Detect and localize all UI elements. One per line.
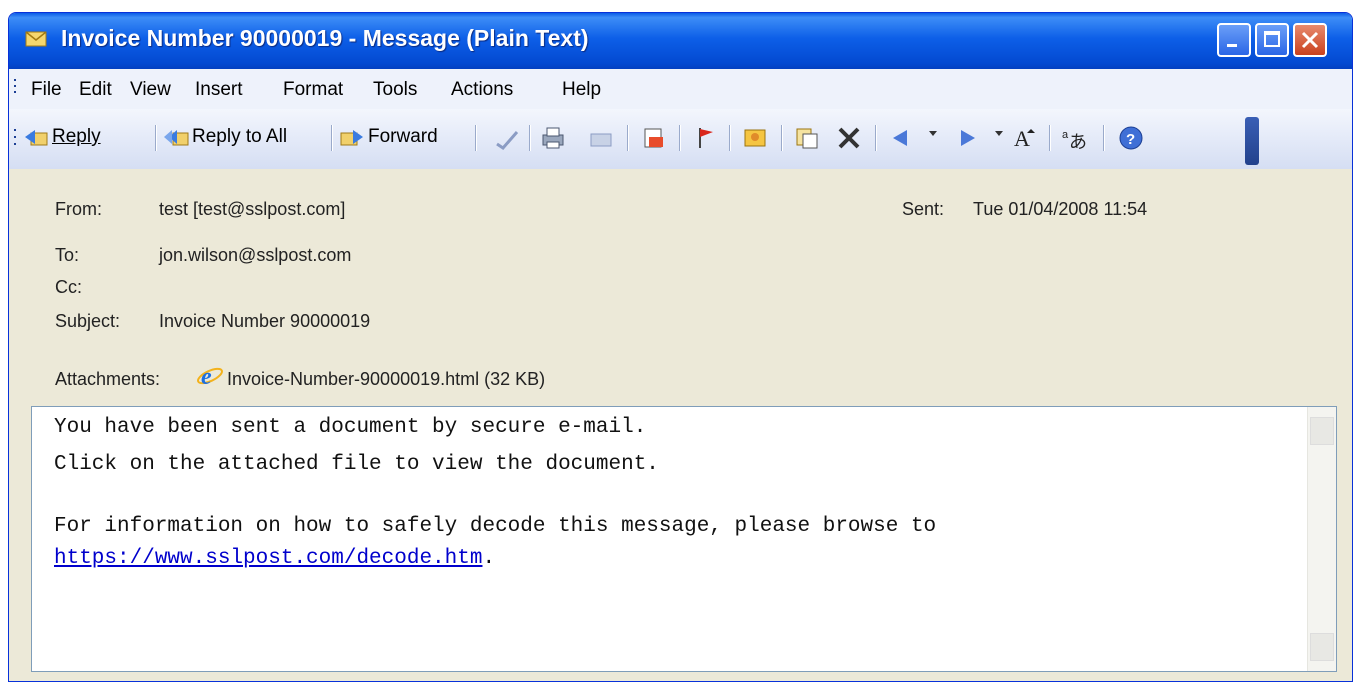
svg-text:A: A — [1014, 126, 1030, 151]
scroll-up-button[interactable] — [1310, 417, 1334, 445]
scroll-down-button[interactable] — [1310, 633, 1334, 661]
toolbar-separator — [331, 125, 333, 151]
menu-tools[interactable]: Tools — [373, 79, 417, 101]
message-window: Invoice Number 90000019 - Message (Plain… — [8, 12, 1353, 682]
toolbar-separator — [1103, 125, 1105, 151]
menu-file[interactable]: File — [31, 79, 62, 101]
maximize-icon — [1264, 31, 1280, 47]
previous-dropdown-icon[interactable] — [929, 131, 937, 136]
save-icon[interactable] — [493, 124, 521, 152]
to-label: To: — [55, 245, 80, 265]
print-icon[interactable] — [539, 124, 567, 152]
window-title: Invoice Number 90000019 - Message (Plain… — [61, 25, 589, 51]
toolbar-separator — [875, 125, 877, 151]
toolbar-separator — [627, 125, 629, 151]
to-value[interactable]: jon.wilson@sslpost.com — [159, 245, 351, 266]
forward-icon — [340, 130, 363, 146]
subject-value: Invoice Number 90000019 — [159, 311, 371, 331]
internet-explorer-icon: e — [197, 364, 223, 389]
toolbar-separator — [679, 125, 681, 151]
subject-label: Subject: — [55, 311, 121, 331]
svg-text:e: e — [201, 364, 212, 389]
toolbar-separator — [1049, 125, 1051, 151]
message-header: From: test [test@sslpost.com] Sent: Tue … — [9, 169, 1352, 397]
menu-edit[interactable]: Edit — [79, 79, 112, 101]
body-link-line: https://www.sslpost.com/decode.htm. — [54, 547, 495, 570]
font-size-icon[interactable]: A — [1011, 124, 1039, 152]
svg-text:a: a — [1062, 129, 1069, 141]
previous-item-icon[interactable] — [887, 124, 915, 152]
help-icon[interactable]: ? — [1117, 124, 1145, 152]
copy-to-folder-icon[interactable] — [793, 124, 821, 152]
toolbar-separator — [729, 125, 731, 151]
body-line: For information on how to safely decode … — [54, 515, 937, 538]
maximize-button[interactable] — [1255, 23, 1289, 57]
menu-help[interactable]: Help — [562, 79, 601, 101]
attachment-file[interactable]: Invoice-Number-90000019.html (32 KB) — [227, 369, 545, 390]
contacts-icon[interactable] — [741, 124, 769, 152]
from-value[interactable]: test [test@sslpost.com] — [159, 199, 345, 220]
reply-all-icon — [164, 130, 189, 146]
reply-all-label: Reply to All — [192, 126, 288, 147]
menu-format[interactable]: Format — [283, 79, 343, 101]
grip-icon — [14, 129, 16, 145]
vertical-scrollbar[interactable] — [1307, 407, 1336, 671]
delete-message-icon[interactable] — [639, 124, 667, 152]
menu-insert[interactable]: Insert — [195, 79, 243, 101]
reply-icon — [25, 130, 48, 146]
next-dropdown-icon[interactable] — [995, 131, 1003, 136]
attachments-label: Attachments: — [55, 369, 161, 389]
grip-icon — [14, 79, 16, 93]
delete-icon[interactable] — [835, 124, 863, 152]
forward-button[interactable]: Forward — [339, 122, 438, 152]
close-button[interactable] — [1293, 23, 1327, 57]
envelope-icon — [25, 31, 47, 47]
toolbar: Reply Reply to All Forward A a あ ? — [9, 109, 1352, 170]
body-link-suffix: . — [482, 547, 496, 570]
decode-link[interactable]: https://www.sslpost.com/decode.htm — [54, 547, 482, 570]
svg-text:?: ? — [1126, 131, 1135, 148]
cc-label: Cc: — [55, 277, 82, 297]
body-line: You have been sent a document by secure … — [54, 416, 647, 439]
next-item-icon[interactable] — [953, 124, 981, 152]
menu-view[interactable]: View — [130, 79, 171, 101]
body-line: Click on the attached file to view the d… — [54, 453, 659, 476]
minimize-button[interactable] — [1217, 23, 1251, 57]
message-body[interactable]: You have been sent a document by secure … — [31, 406, 1337, 672]
menu-bar: File Edit View Insert Format Tools Actio… — [9, 69, 1352, 110]
toolbar-separator — [475, 125, 477, 151]
encoding-icon[interactable]: aあ — [1061, 124, 1089, 152]
title-bar[interactable]: Invoice Number 90000019 - Message (Plain… — [9, 13, 1352, 69]
toolbar-separator — [781, 125, 783, 151]
minimize-icon — [1227, 44, 1237, 47]
flag-icon[interactable] — [691, 124, 719, 152]
toolbar-separator — [529, 125, 531, 151]
reply-label: Reply — [52, 126, 101, 147]
forward-label: Forward — [368, 126, 438, 147]
toolbar-options-button[interactable] — [1245, 117, 1259, 165]
sent-label: Sent: — [902, 199, 945, 219]
sent-value: Tue 01/04/2008 11:54 — [973, 199, 1148, 219]
close-icon — [1301, 31, 1319, 49]
from-label: From: — [55, 199, 102, 219]
reply-button[interactable]: Reply — [23, 122, 101, 152]
svg-text:あ: あ — [1069, 132, 1087, 152]
reply-all-button[interactable]: Reply to All — [163, 122, 287, 152]
move-to-folder-icon[interactable] — [587, 124, 615, 152]
toolbar-separator — [155, 125, 157, 151]
menu-actions[interactable]: Actions — [451, 79, 513, 101]
